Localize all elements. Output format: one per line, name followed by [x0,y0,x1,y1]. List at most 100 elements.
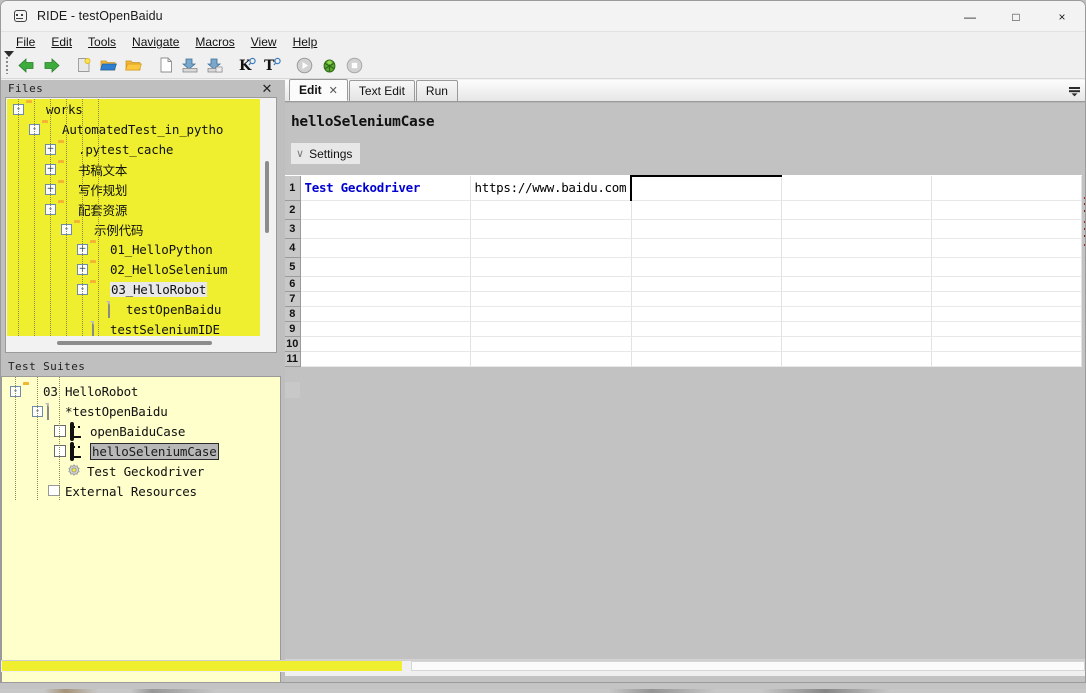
grid-cell[interactable] [470,321,632,337]
grid-cell[interactable] [781,276,932,292]
grid-cell[interactable] [781,200,932,220]
grid-cell[interactable] [300,306,471,322]
tree-item[interactable]: External Resources [2,481,280,501]
grid-cell[interactable] [781,336,932,352]
grid-cell[interactable] [931,176,1082,201]
grid-row[interactable]: 5 [285,257,1082,277]
grid-cell[interactable]: https://www.baidu.com [470,176,632,201]
menu-file[interactable]: File [8,33,43,51]
grid-cell[interactable] [470,257,632,277]
grid-row-header[interactable]: 1 [285,176,301,201]
grid-row[interactable]: 10 [285,336,1082,352]
grid-cell[interactable] [470,291,632,307]
grid-cell[interactable] [630,175,782,201]
settings-toggle-button[interactable]: ∨ Settings [291,143,361,164]
grid-cell[interactable] [931,219,1082,239]
grid-cell[interactable] [470,238,632,258]
menu-tools[interactable]: Tools [80,33,124,51]
grid-cell[interactable] [631,321,782,337]
tree-item[interactable]: -03 HelloRobot [2,381,280,401]
test-suites-tree-panel[interactable]: -03 HelloRobot-*testOpenBaidu openBaiduCa… [1,376,281,682]
grid-cell[interactable] [931,336,1082,352]
menu-macros[interactable]: Macros [187,33,242,51]
toolbar-new-file-button[interactable] [153,53,178,77]
toolbar-debug-button[interactable] [317,53,342,77]
menu-help[interactable]: Help [285,33,326,51]
grid-row[interactable]: 9 [285,321,1082,337]
tree-item[interactable]: -*testOpenBaidu [2,401,280,421]
grid-cell[interactable] [300,336,471,352]
grid-cell[interactable] [931,291,1082,307]
toolbar-open-directory-button[interactable] [96,53,121,77]
grid-cell[interactable] [781,321,932,337]
grid-cell[interactable] [781,351,932,367]
grid-row-header[interactable]: 3 [285,219,301,239]
menu-view[interactable]: View [243,33,285,51]
grid-row-header[interactable]: 6 [285,276,301,292]
grid-row[interactable]: 7 [285,291,1082,307]
toolbar-search-tests-button[interactable]: T [260,53,285,77]
grid-row-header[interactable]: 8 [285,306,301,322]
tree-item[interactable]: -03_HelloRobot [7,279,262,299]
grid-row[interactable]: 6 [285,276,1082,292]
grid-row-header[interactable]: 9 [285,321,301,337]
toolbar-open-folder-button[interactable] [121,53,146,77]
files-tree-vertical-scrollbar[interactable] [260,99,275,351]
grid-cell[interactable] [781,291,932,307]
tree-item[interactable]: helloSeleniumCase [2,441,280,461]
grid-cell[interactable] [300,351,471,367]
grid-row-header[interactable]: 5 [285,257,301,277]
grid-row-header[interactable]: 10 [285,336,301,352]
grid-cell[interactable] [781,176,932,201]
tab-edit-close-icon[interactable]: ✕ [329,84,338,97]
tree-item-checkbox[interactable] [54,445,66,457]
grid-cell[interactable] [470,276,632,292]
toolbar-stop-button[interactable] [342,53,367,77]
tree-item[interactable]: openBaiduCase [2,421,280,441]
minimize-button[interactable]: — [947,1,993,32]
toolbar-save-all-button[interactable] [203,53,228,77]
menu-edit[interactable]: Edit [43,33,80,51]
grid-cell[interactable] [470,200,632,220]
grid-cell[interactable] [631,291,782,307]
tree-item[interactable]: +01_HelloPython [7,239,262,259]
grid-cell[interactable] [631,257,782,277]
grid-cell[interactable] [300,238,471,258]
tree-item[interactable]: testOpenBaidu [7,299,262,319]
tab-overflow-chevron-down-icon[interactable] [1067,84,1081,98]
files-tree-horizontal-scrollbar[interactable] [7,336,260,351]
toolbar-save-button[interactable] [178,53,203,77]
grid-cell[interactable] [781,219,932,239]
grid-row-header[interactable]: 11 [285,351,301,367]
grid-row[interactable]: 2 [285,200,1082,220]
toolbar-grip[interactable] [3,50,14,77]
grid-row[interactable]: 11 [285,351,1082,367]
files-tree-content[interactable]: -works-AutomatedTest_in_pytho+.pytest_ca… [7,99,262,342]
grid-cell[interactable] [470,219,632,239]
tree-item[interactable]: +写作规划 [7,179,262,199]
toolbar-back-button[interactable] [14,53,39,77]
tree-item[interactable]: +.pytest_cache [7,139,262,159]
tree-item-checkbox[interactable] [54,425,66,437]
toolbar-search-keywords-button[interactable]: K [235,53,260,77]
grid-cell[interactable] [470,351,632,367]
tree-item[interactable]: -AutomatedTest_in_pytho [7,119,262,139]
grid-cell[interactable] [631,238,782,258]
grid-cell[interactable] [931,306,1082,322]
grid-cell[interactable]: Test Geckodriver [300,176,471,201]
tree-item[interactable]: +02_HelloSelenium [7,259,262,279]
grid-cell[interactable] [781,238,932,258]
files-tree[interactable]: -works-AutomatedTest_in_pytho+.pytest_ca… [7,99,262,342]
grid-cell[interactable] [300,291,471,307]
toolbar-forward-button[interactable] [39,53,64,77]
grid-cell[interactable] [470,306,632,322]
grid-cell[interactable] [631,200,782,220]
tab-text-edit[interactable]: Text Edit [348,80,415,101]
toolbar-run-button[interactable] [292,53,317,77]
files-panel-close-icon[interactable]: ✕ [260,81,274,95]
grid-row-header[interactable]: 4 [285,238,301,258]
grid-cell[interactable] [300,257,471,277]
grid-cell[interactable] [631,219,782,239]
grid-cell[interactable] [931,257,1082,277]
tab-edit[interactable]: Edit ✕ [289,79,348,101]
